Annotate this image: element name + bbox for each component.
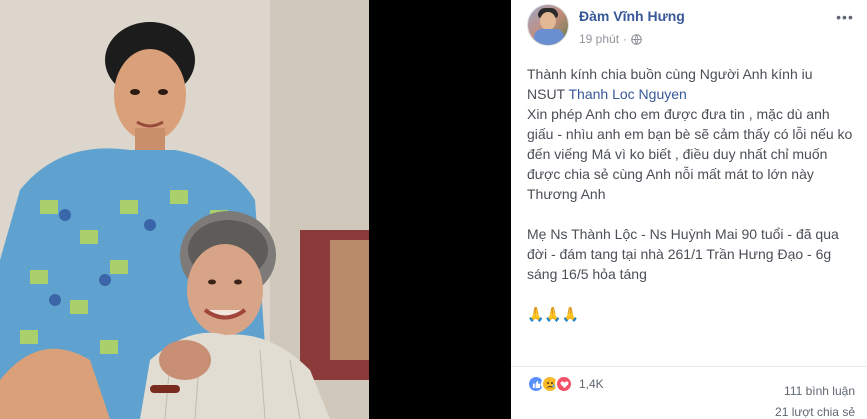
post-panel: Đàm Vĩnh Hưng 19 phút · ••• Thành kính c… — [511, 0, 867, 419]
reactions-summary[interactable]: 1,4K — [527, 375, 604, 393]
post-timestamp[interactable]: 19 phút — [579, 32, 619, 46]
engagement-counts: 111 bình luận 21 lượt chia sẻ — [775, 381, 855, 419]
photo-viewer — [0, 0, 511, 419]
post-line: NSUT Thanh Loc Nguyen — [527, 84, 857, 104]
post-header: Đàm Vĩnh Hưng 19 phút · ••• — [527, 4, 867, 48]
post-line: Mẹ Ns Thành Lộc - Ns Huỳnh Mai 90 tuổi -… — [527, 226, 839, 282]
post-photo[interactable] — [0, 0, 369, 419]
reaction-count[interactable]: 1,4K — [579, 377, 604, 391]
love-reaction-icon — [555, 375, 573, 393]
post-meta: 19 phút · — [579, 32, 642, 46]
globe-icon — [631, 33, 642, 45]
author-name[interactable]: Đàm Vĩnh Hưng — [579, 8, 685, 24]
post-line: Thành kính chia buồn cùng Người Anh kính… — [527, 66, 813, 82]
comment-count[interactable]: 111 bình luận — [775, 381, 855, 402]
prayer-emojis: 🙏🙏🙏 — [527, 306, 580, 322]
more-options-icon[interactable]: ••• — [835, 10, 855, 24]
author-avatar[interactable] — [527, 4, 569, 46]
post-line: Xin phép Anh cho em được đưa tin , mặc d… — [527, 106, 853, 182]
post-text: Thành kính chia buồn cùng Người Anh kính… — [527, 64, 857, 324]
post-line-prefix: NSUT — [527, 86, 569, 102]
share-count[interactable]: 21 lượt chia sẻ — [775, 402, 855, 419]
mention-link[interactable]: Thanh Loc Nguyen — [569, 86, 687, 102]
meta-separator: · — [623, 32, 628, 46]
post-footer: 1,4K 111 bình luận 21 lượt chia sẻ — [511, 366, 867, 419]
post-line: Thương Anh — [527, 186, 606, 202]
